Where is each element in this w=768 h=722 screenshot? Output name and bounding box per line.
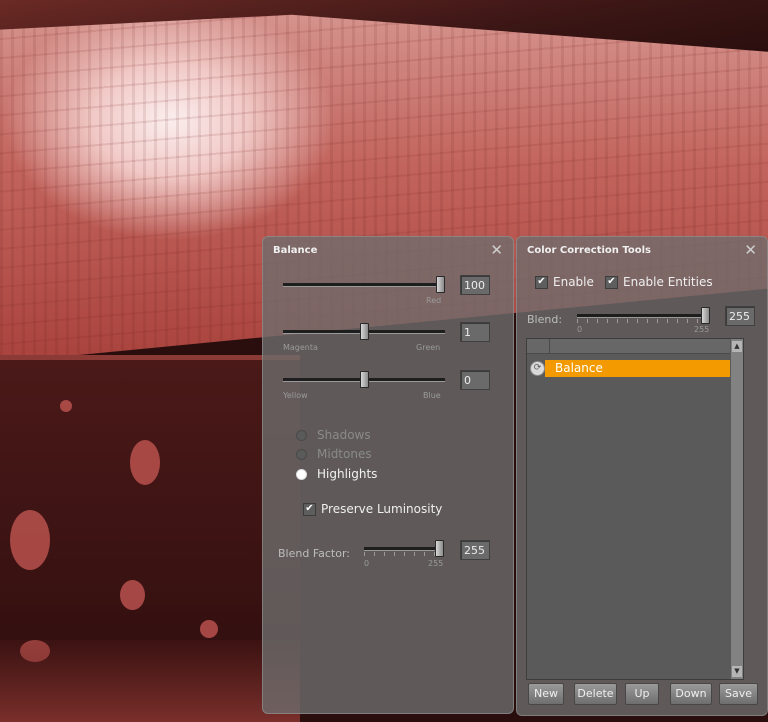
blend-factor-label: Blend Factor: (278, 547, 351, 560)
enable-check-icon[interactable]: ✔ (535, 275, 548, 289)
radio-highlights-dot[interactable] (296, 468, 307, 480)
blend-factor-slider-thumb[interactable] (435, 540, 444, 557)
balance-panel: Balance ✕ Red 100 Magenta Green 1 Yellow… (262, 236, 514, 714)
blend-slider-thumb[interactable] (701, 307, 710, 324)
blend-factor-slider[interactable] (364, 539, 444, 557)
scroll-up-icon[interactable]: ▲ (732, 341, 742, 352)
cct-close-icon[interactable]: ✕ (744, 241, 757, 259)
yellow-blue-slider[interactable] (283, 370, 445, 388)
delete-button[interactable]: Delete (574, 683, 617, 705)
magenta-green-slider[interactable] (283, 322, 445, 340)
blend-label: Blend: (527, 313, 563, 326)
correction-list-header (527, 339, 743, 354)
correction-item-icon[interactable]: ⟳ (530, 361, 545, 376)
blend-factor-min: 0 (364, 559, 370, 568)
radio-midtones-label: Midtones (317, 447, 372, 461)
magenta-green-value[interactable]: 1 (460, 322, 490, 342)
red-value[interactable]: 100 (460, 275, 490, 295)
blend-max: 255 (694, 325, 710, 334)
floor (0, 640, 300, 722)
enable-label: Enable (553, 275, 594, 289)
enable-entities-label: Enable Entities (623, 275, 713, 289)
yellow-blue-value[interactable]: 0 (460, 370, 490, 390)
down-button[interactable]: Down (670, 683, 712, 705)
new-button[interactable]: New (528, 683, 564, 705)
save-button[interactable]: Save (719, 683, 758, 705)
up-button[interactable]: Up (625, 683, 659, 705)
correction-list[interactable]: ⟳ Balance ▲ ▼ (526, 338, 744, 680)
preserve-luminosity-check-icon[interactable]: ✔ (303, 502, 316, 516)
balance-panel-title: Balance (273, 245, 318, 256)
balance-close-icon[interactable]: ✕ (490, 241, 503, 259)
radio-midtones-dot[interactable] (296, 448, 307, 460)
blend-slider[interactable] (577, 306, 710, 324)
blue-label: Blue (423, 391, 441, 400)
color-correction-panel: Color Correction Tools ✕ ✔ Enable ✔ Enab… (516, 236, 768, 716)
radio-shadows-label: Shadows (317, 428, 371, 442)
blend-min: 0 (577, 325, 583, 334)
list-scrollbar[interactable]: ▲ ▼ (730, 339, 743, 679)
green-label: Green (416, 343, 441, 352)
blend-value[interactable]: 255 (725, 306, 755, 326)
preserve-luminosity-label: Preserve Luminosity (321, 502, 443, 516)
blend-factor-max: 255 (428, 559, 444, 568)
yellow-label: Yellow (283, 391, 308, 400)
cct-panel-title: Color Correction Tools (527, 245, 651, 256)
scroll-down-icon[interactable]: ▼ (732, 666, 742, 677)
radio-highlights[interactable]: Highlights (296, 467, 377, 481)
radio-shadows-dot[interactable] (296, 429, 307, 441)
radio-shadows[interactable]: Shadows (296, 428, 371, 442)
yellow-blue-slider-thumb[interactable] (360, 371, 369, 388)
enable-entities-check-icon[interactable]: ✔ (605, 275, 618, 289)
radio-midtones[interactable]: Midtones (296, 447, 372, 461)
radio-highlights-label: Highlights (317, 467, 378, 481)
preserve-luminosity-checkbox[interactable]: ✔ Preserve Luminosity (303, 502, 442, 516)
list-item[interactable]: Balance (545, 360, 733, 377)
magenta-green-slider-thumb[interactable] (360, 323, 369, 340)
red-slider[interactable] (283, 275, 445, 293)
red-label: Red (426, 296, 442, 305)
magenta-label: Magenta (283, 343, 318, 352)
enable-entities-checkbox[interactable]: ✔ Enable Entities (605, 275, 713, 289)
enable-checkbox[interactable]: ✔ Enable (535, 275, 594, 289)
blend-factor-value[interactable]: 255 (460, 540, 490, 560)
red-slider-thumb[interactable] (436, 276, 445, 293)
